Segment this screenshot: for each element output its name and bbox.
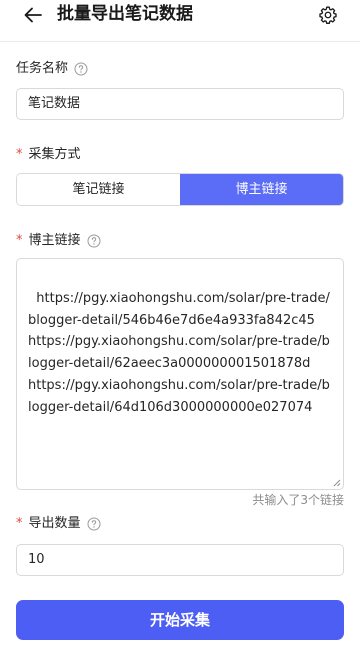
collect-method-label-row: * 采集方式 [16, 145, 81, 165]
option-note-links[interactable]: 笔记链接 [17, 174, 180, 205]
blogger-links-label-row: * 博主链接 [16, 231, 101, 251]
help-icon[interactable] [87, 234, 101, 248]
option-blogger-links[interactable]: 博主链接 [180, 174, 343, 205]
collect-method-label: 采集方式 [28, 147, 81, 162]
back-button[interactable] [20, 4, 46, 26]
blogger-links-label: 博主链接 [28, 233, 81, 248]
page-title: 批量导出笔记数据 [57, 4, 193, 24]
task-name-label-row: 任务名称 [16, 59, 88, 79]
help-icon[interactable] [87, 517, 101, 531]
settings-button[interactable] [316, 3, 340, 27]
blogger-links-text: https://pgy.xiaohongshu.com/solar/pre-tr… [28, 290, 330, 415]
collect-method-segmented-control: 笔记链接 博主链接 [16, 173, 344, 206]
blogger-links-textarea[interactable]: https://pgy.xiaohongshu.com/solar/pre-tr… [16, 258, 344, 490]
gear-icon [319, 6, 337, 25]
required-mark: * [16, 233, 23, 248]
required-mark: * [16, 147, 23, 162]
link-count-hint: 共输入了3个链接 [252, 493, 344, 507]
arrow-left-icon [24, 7, 42, 23]
required-mark: * [16, 516, 23, 531]
task-name-input[interactable]: 笔记数据 [16, 88, 344, 120]
export-count-input[interactable]: 10 [16, 544, 344, 576]
help-icon[interactable] [74, 62, 88, 76]
export-count-label-row: * 导出数量 [16, 514, 101, 534]
resize-grip-icon[interactable] [333, 479, 341, 487]
start-collect-button[interactable]: 开始采集 [16, 600, 344, 640]
task-name-label: 任务名称 [16, 61, 69, 76]
header-bar: 批量导出笔记数据 [0, 0, 360, 42]
export-count-label: 导出数量 [28, 516, 81, 531]
